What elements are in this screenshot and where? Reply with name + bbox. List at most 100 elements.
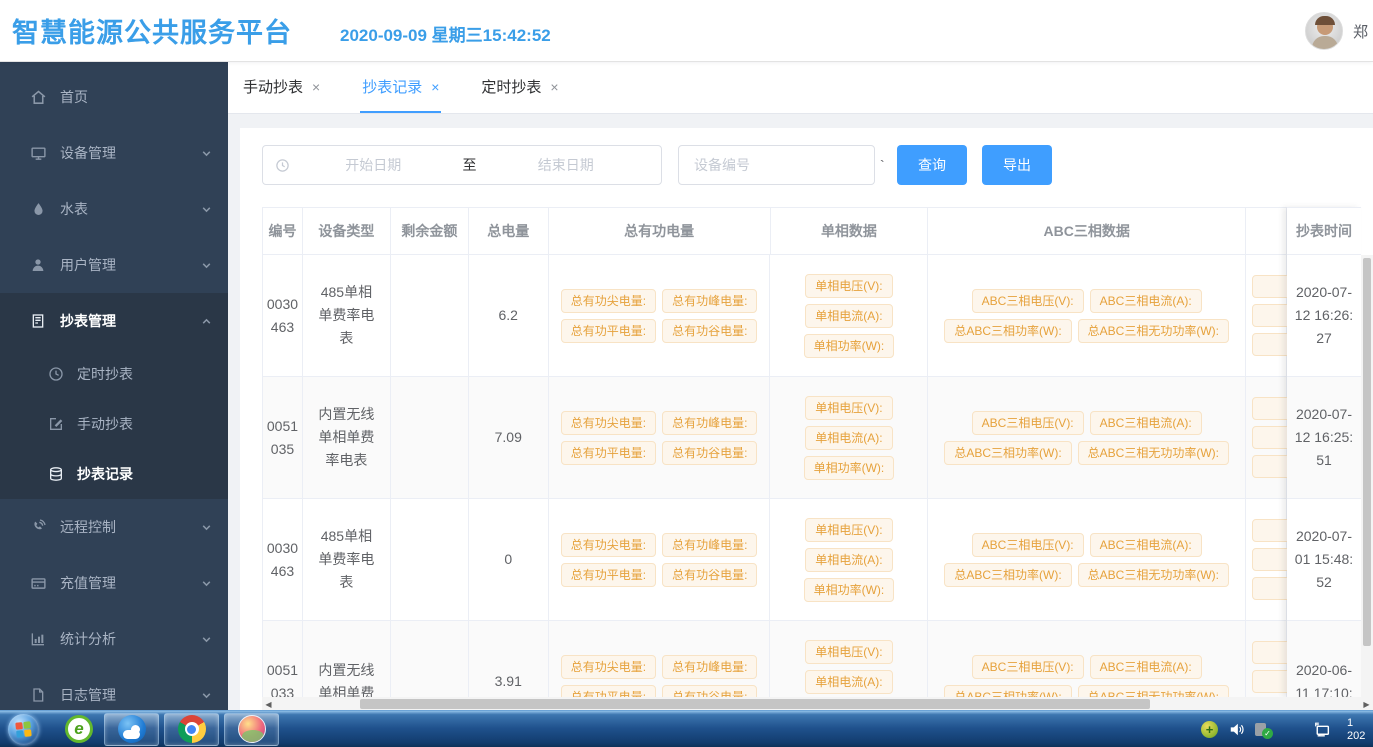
tab-bar: 手动抄表 × 抄表记录 × 定时抄表 ×	[228, 62, 1373, 114]
sidebar-item-recharge[interactable]: 充值管理	[0, 555, 228, 611]
tag: 总有功平电量:	[561, 685, 656, 698]
clipped-tag	[1252, 455, 1287, 478]
vertical-scrollbar[interactable]	[1361, 255, 1373, 697]
tag: 总ABC三相无功功率(W):	[1078, 319, 1229, 343]
sidebar-item-label: 统计分析	[60, 629, 116, 649]
sidebar-item-label: 抄表记录	[77, 464, 133, 484]
tag: 总有功谷电量:	[662, 441, 757, 465]
bar-chart-icon	[29, 630, 47, 648]
table-row[interactable]: 0030463 485单相单费率电表 0 总有功尖电量:总有功峰电量: 总有功平…	[263, 499, 1287, 621]
usb-icon[interactable]: ✓	[1253, 721, 1273, 739]
sidebar-item-label: 手动抄表	[77, 414, 133, 434]
col-header-total-energy: 总电量	[469, 208, 549, 254]
clipped-tag	[1252, 426, 1287, 449]
records-table: 编号 设备类型 剩余金额 总电量 总有功电量 单相数据 ABC三相数据 0030…	[262, 207, 1361, 697]
horizontal-scroll-track[interactable]	[275, 697, 1360, 711]
col-header-time: 抄表时间	[1287, 207, 1361, 255]
vertical-scroll-thumb[interactable]	[1363, 258, 1371, 646]
col-header-device-type: 设备类型	[303, 208, 391, 254]
content-area: 开始日期 至 结束日期 ` 查询 导出 编号 设备类型 剩余金额 总电量	[228, 114, 1373, 710]
user-area[interactable]: 郑	[1305, 0, 1373, 62]
device-id-input[interactable]	[678, 145, 875, 185]
table-row[interactable]: 0051033 内置无线单相单费 3.91 总有功尖电量:总有功峰电量: 总有功…	[263, 621, 1287, 697]
sidebar-item-label: 定时抄表	[77, 364, 133, 384]
horizontal-scrollbar[interactable]: ◀ ▶	[262, 697, 1373, 711]
network-icon[interactable]	[1311, 720, 1333, 739]
sidebar-item-scheduled-reading[interactable]: 定时抄表	[0, 349, 228, 399]
tag: ABC三相电流(A):	[1090, 655, 1202, 679]
browser-360-icon[interactable]: e	[65, 715, 93, 743]
tab-manual-reading[interactable]: 手动抄表 ×	[241, 62, 322, 113]
taskbar-button-photo-app[interactable]	[224, 713, 279, 746]
qq-browser-icon	[118, 715, 146, 743]
sidebar-item-statistics[interactable]: 统计分析	[0, 611, 228, 667]
scroll-left-icon[interactable]: ◀	[262, 697, 275, 711]
sidebar-item-water-meter[interactable]: 水表	[0, 181, 228, 237]
sidebar-item-label: 首页	[60, 87, 88, 107]
cell-device-type: 内置无线单相单费	[303, 621, 391, 697]
cell-balance	[391, 255, 469, 376]
avatar[interactable]	[1305, 12, 1343, 50]
horizontal-scroll-thumb[interactable]	[360, 699, 1150, 709]
sidebar-item-home[interactable]: 首页	[0, 69, 228, 125]
chevron-down-icon	[201, 260, 212, 271]
close-icon[interactable]: ×	[550, 79, 558, 95]
start-button[interactable]	[8, 714, 39, 745]
clipped-tag	[1252, 519, 1287, 542]
log-icon	[29, 686, 47, 704]
taskbar-clock[interactable]: 1 202	[1347, 717, 1373, 743]
table-header: 编号 设备类型 剩余金额 总电量 总有功电量 单相数据 ABC三相数据	[263, 207, 1287, 255]
scroll-right-icon[interactable]: ▶	[1360, 697, 1373, 711]
tag: 总ABC三相功率(W):	[944, 563, 1071, 587]
cell-device-type: 485单相单费率电表	[303, 255, 391, 376]
tab-scheduled-reading[interactable]: 定时抄表 ×	[479, 62, 560, 113]
cell-single-phase: 单相电压(V): 单相电流(A): 单相功率(W):	[770, 621, 928, 697]
col-header-id: 编号	[263, 208, 303, 254]
chevron-down-icon	[201, 204, 212, 215]
cell-single-phase: 单相电压(V): 单相电流(A): 单相功率(W):	[770, 377, 928, 498]
export-button[interactable]: 导出	[982, 145, 1052, 185]
sidebar-item-remote-control[interactable]: 远程控制	[0, 499, 228, 555]
cell-clipped-tags	[1246, 499, 1287, 620]
taskbar-button-chrome[interactable]	[164, 713, 219, 746]
tag: 单相电压(V):	[805, 518, 892, 542]
sidebar-item-label: 用户管理	[60, 255, 116, 275]
windows-flag-icon	[15, 721, 31, 737]
table-row[interactable]: 0030463 485单相单费率电表 6.2 总有功尖电量:总有功峰电量: 总有…	[263, 255, 1287, 377]
cell-reading-time: 2020-07-12 16:26:27	[1287, 255, 1361, 377]
close-icon[interactable]: ×	[312, 79, 320, 95]
chrome-icon	[178, 715, 206, 743]
sidebar-item-users[interactable]: 用户管理	[0, 237, 228, 293]
end-date-placeholder[interactable]: 结束日期	[483, 155, 650, 175]
close-icon[interactable]: ×	[431, 79, 439, 95]
date-range-picker[interactable]: 开始日期 至 结束日期	[262, 145, 662, 185]
meter-icon	[29, 312, 47, 330]
tag: 单相电压(V):	[805, 396, 892, 420]
tab-reading-records[interactable]: 抄表记录 ×	[360, 62, 441, 113]
cell-total-energy: 3.91	[469, 621, 549, 697]
stray-backtick: `	[880, 157, 890, 173]
tag: 单相电流(A):	[805, 548, 892, 572]
taskbar-button-qq-browser[interactable]	[104, 713, 159, 746]
tag: ABC三相电流(A):	[1090, 411, 1202, 435]
cell-balance	[391, 499, 469, 620]
tag: 总有功平电量:	[561, 319, 656, 343]
table-row[interactable]: 0051035 内置无线单相单费率电表 7.09 总有功尖电量:总有功峰电量: …	[263, 377, 1287, 499]
start-date-placeholder[interactable]: 开始日期	[290, 155, 457, 175]
360-tray-icon[interactable]: +	[1201, 721, 1218, 738]
user-icon	[29, 256, 47, 274]
speaker-icon[interactable]	[1228, 721, 1247, 738]
sidebar-item-logs[interactable]: 日志管理	[0, 667, 228, 710]
screen: 智慧能源公共服务平台 2020-09-09 星期三15:42:52 郑 首页 设…	[0, 0, 1373, 747]
cell-device-type: 内置无线单相单费率电表	[303, 377, 391, 498]
sidebar-item-reading-records[interactable]: 抄表记录	[0, 449, 228, 499]
chevron-down-icon	[201, 634, 212, 645]
chevron-down-icon	[201, 578, 212, 589]
sidebar-item-meter-management[interactable]: 抄表管理	[0, 293, 228, 349]
search-button[interactable]: 查询	[897, 145, 967, 185]
tag: 总有功谷电量:	[662, 685, 757, 698]
sidebar-item-manual-reading[interactable]: 手动抄表	[0, 399, 228, 449]
chevron-down-icon	[201, 690, 212, 701]
sidebar-item-devices[interactable]: 设备管理	[0, 125, 228, 181]
tag: ABC三相电压(V):	[972, 533, 1084, 557]
